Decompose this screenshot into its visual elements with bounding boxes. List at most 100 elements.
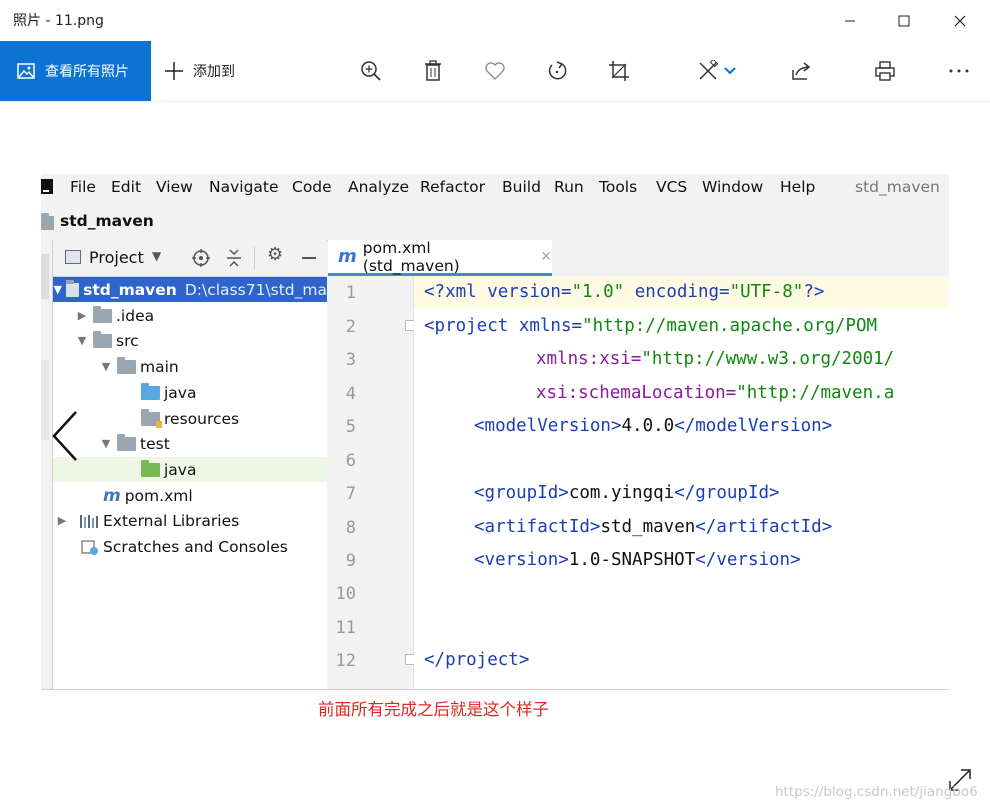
favorite-button[interactable] bbox=[480, 56, 510, 86]
editor-tabs: m pom.xml (std_maven) ✕ bbox=[328, 238, 949, 277]
rotate-button[interactable] bbox=[542, 56, 572, 86]
folder-icon bbox=[117, 433, 136, 451]
menu-help[interactable]: Help bbox=[780, 178, 815, 196]
tree-item-label: resources bbox=[164, 409, 240, 428]
add-to-button[interactable]: 添加到 bbox=[164, 41, 235, 101]
resources-folder-icon bbox=[141, 408, 162, 428]
line-number: 11 bbox=[335, 618, 356, 638]
photo-icon bbox=[17, 63, 35, 79]
title-bar: 照片 - 11.png bbox=[0, 0, 990, 41]
menu-view[interactable]: View bbox=[156, 178, 193, 196]
code-line-2: <project xmlns="http://maven.apache.org/… bbox=[424, 316, 878, 336]
locate-icon[interactable] bbox=[191, 248, 211, 268]
gear-icon[interactable]: ⚙ bbox=[267, 244, 283, 265]
crop-button[interactable] bbox=[604, 56, 634, 86]
delete-icon bbox=[425, 60, 441, 81]
collapse-all-icon[interactable] bbox=[225, 248, 243, 268]
ide-menu-bar: File Edit View Navigate Code Analyze Ref… bbox=[41, 174, 949, 214]
test-folder-icon bbox=[141, 459, 160, 477]
scratches-icon bbox=[81, 539, 98, 555]
line-number: 12 bbox=[335, 651, 356, 671]
menu-file[interactable]: File bbox=[70, 178, 96, 196]
maven-file-icon: m bbox=[103, 485, 121, 506]
edit-and-create-button[interactable] bbox=[690, 56, 744, 86]
tab-pom-xml[interactable]: m pom.xml (std_maven) ✕ bbox=[328, 238, 552, 276]
view-all-photos-button[interactable]: 查看所有照片 bbox=[0, 41, 151, 101]
share-button[interactable] bbox=[786, 56, 816, 86]
line-number: 8 bbox=[345, 518, 356, 538]
menu-code[interactable]: Code bbox=[292, 178, 332, 196]
chevron-down-icon bbox=[724, 67, 736, 75]
folder-icon bbox=[93, 330, 112, 348]
line-number: 2 bbox=[345, 317, 356, 337]
code-editor[interactable]: <?xml version="1.0" encoding="UTF-8"?> <… bbox=[414, 276, 949, 690]
edit-icon bbox=[699, 60, 719, 80]
libraries-icon bbox=[80, 514, 98, 528]
close-icon bbox=[954, 15, 966, 26]
maven-file-icon: m bbox=[338, 246, 357, 267]
project-tool-tab[interactable] bbox=[41, 254, 49, 299]
line-number: 10 bbox=[335, 584, 356, 604]
menu-window[interactable]: Window bbox=[702, 178, 763, 196]
project-panel-title[interactable]: Project bbox=[89, 248, 144, 267]
menu-navigate[interactable]: Navigate bbox=[209, 178, 279, 196]
menu-edit[interactable]: Edit bbox=[111, 178, 141, 196]
project-name[interactable]: std_maven bbox=[60, 212, 154, 230]
tree-item-external-libraries[interactable]: ▶ External Libraries bbox=[53, 508, 329, 533]
menu-run[interactable]: Run bbox=[554, 178, 584, 196]
tree-item-main[interactable]: ▼ main bbox=[53, 354, 373, 379]
crop-icon bbox=[609, 61, 629, 81]
tree-item-std-maven[interactable]: ▼ std_maven D:\class71\std_ma bbox=[53, 277, 327, 302]
menu-analyze[interactable]: Analyze bbox=[348, 178, 409, 196]
expand-arrow-icon: ▼ bbox=[53, 283, 62, 296]
module-folder-icon bbox=[66, 279, 80, 297]
window-title: 照片 - 11.png bbox=[13, 13, 104, 29]
expand-arrow-icon: ▼ bbox=[101, 437, 111, 450]
tree-item-label: test bbox=[140, 434, 170, 453]
code-line-7: <groupId>com.yingqi</groupId> bbox=[474, 483, 780, 503]
image-bottom-edge bbox=[41, 689, 949, 690]
intellij-logo-icon bbox=[41, 179, 53, 194]
code-line-4: xsi:schemaLocation="http://maven.a bbox=[536, 383, 895, 403]
tree-item-label: main bbox=[140, 357, 179, 376]
share-icon bbox=[792, 62, 811, 80]
maximize-button[interactable] bbox=[876, 0, 932, 41]
tree-item-scratches[interactable]: Scratches and Consoles bbox=[53, 534, 355, 559]
tree-item-label: std_maven bbox=[83, 280, 177, 299]
zoom-in-button[interactable] bbox=[356, 56, 386, 86]
close-button[interactable] bbox=[932, 0, 988, 41]
more-icon bbox=[949, 69, 969, 73]
delete-button[interactable] bbox=[418, 56, 448, 86]
line-number: 5 bbox=[345, 417, 356, 437]
menu-tools[interactable]: Tools bbox=[599, 178, 637, 196]
rotate-icon bbox=[548, 61, 567, 80]
menu-vcs[interactable]: VCS bbox=[656, 178, 687, 196]
expand-arrow-icon: ▼ bbox=[101, 360, 111, 373]
previous-photo-button[interactable] bbox=[48, 408, 88, 464]
add-to-label: 添加到 bbox=[193, 64, 235, 80]
view-all-photos-label: 查看所有照片 bbox=[45, 64, 129, 80]
tree-item-test[interactable]: ▼ test bbox=[53, 431, 373, 456]
hide-panel-icon[interactable] bbox=[302, 257, 316, 259]
code-line-1: <?xml version="1.0" encoding="UTF-8"?> bbox=[424, 282, 825, 302]
chevron-down-icon[interactable]: ▼ bbox=[152, 249, 161, 263]
more-options-button[interactable] bbox=[944, 56, 974, 86]
photo-content: File Edit View Navigate Code Analyze Ref… bbox=[41, 174, 949, 690]
print-icon bbox=[875, 61, 895, 81]
tab-label: pom.xml (std_maven) bbox=[362, 238, 460, 275]
tree-item-label: .idea bbox=[116, 306, 155, 325]
minimize-button[interactable] bbox=[822, 0, 878, 41]
code-line-5: <modelVersion>4.0.0</modelVersion> bbox=[474, 416, 833, 436]
line-number: 9 bbox=[345, 551, 356, 571]
tree-item-src[interactable]: ▼ src bbox=[53, 328, 349, 353]
expand-arrow-icon: ▼ bbox=[77, 334, 87, 347]
tree-item-label: Scratches and Consoles bbox=[103, 537, 288, 556]
code-line-8: <artifactId>std_maven</artifactId> bbox=[474, 517, 833, 537]
tree-item-idea[interactable]: ▶ .idea bbox=[53, 303, 349, 328]
menu-refactor[interactable]: Refactor bbox=[420, 178, 485, 196]
print-button[interactable] bbox=[870, 56, 900, 86]
maximize-icon bbox=[898, 15, 910, 26]
image-caption: 前面所有完成之后就是这个样子 bbox=[318, 700, 549, 719]
close-tab-icon[interactable]: ✕ bbox=[540, 249, 552, 265]
menu-build[interactable]: Build bbox=[502, 178, 541, 196]
